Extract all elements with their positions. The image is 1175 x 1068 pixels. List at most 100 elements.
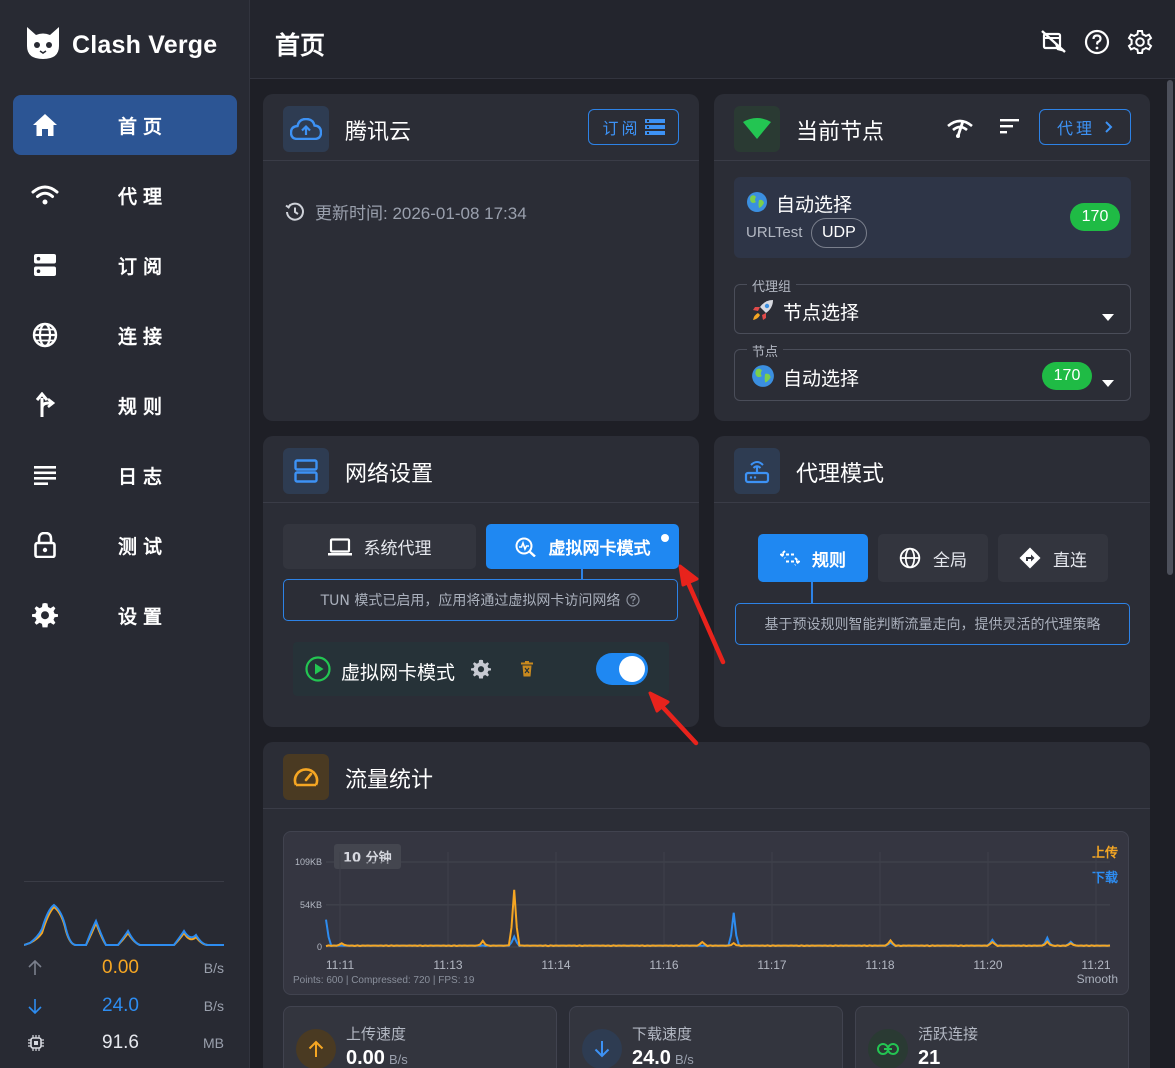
proxy-mode-card: 代理模式 规则 全局 直连 基于预设规则智能判断流量走向，提供灵活的代理策略 xyxy=(714,436,1150,727)
mode-direct-button[interactable]: 直连 xyxy=(998,534,1108,582)
mode-card-title: 代理模式 xyxy=(796,462,885,487)
x-tick-label: 11:18 xyxy=(865,958,894,972)
traffic-card-header: 流量统计 xyxy=(263,742,1150,809)
globe-icon xyxy=(31,322,59,348)
app-name: Clash Verge xyxy=(72,30,218,59)
mode-global-button[interactable]: 全局 xyxy=(878,534,988,582)
profile-card-header: 腾讯云 订阅 xyxy=(263,94,699,161)
sidebar-memory-value: 91.6 xyxy=(102,1032,139,1053)
cat-logo-icon xyxy=(24,24,62,66)
server-icon xyxy=(31,252,59,278)
system-proxy-button[interactable]: 系统代理 xyxy=(283,524,476,569)
sidebar-memory-row: 91.6 MB xyxy=(24,1031,224,1055)
tun-mode-row: 虚拟网卡模式 xyxy=(293,642,669,696)
switch-knob xyxy=(619,656,645,682)
delay-check-icon[interactable] xyxy=(946,116,974,144)
sidebar-upload-row: 0.00 B/s xyxy=(24,956,224,980)
gear-icon xyxy=(31,602,59,628)
sidebar-upload-unit: B/s xyxy=(203,960,224,976)
node-type: URLTest xyxy=(746,224,803,241)
mini-traffic-graph xyxy=(24,903,224,946)
chevron-right-icon xyxy=(1105,121,1113,133)
sidebar-upload-value: 0.00 xyxy=(102,957,139,978)
y-tick-label: 109KB xyxy=(295,857,322,867)
dns-icon xyxy=(283,448,329,494)
sidebar-download-unit: B/s xyxy=(203,998,224,1014)
node-select[interactable]: 节点 自动选择 170 xyxy=(734,341,1131,401)
x-tick-label: 11:16 xyxy=(649,958,678,972)
nav-item-logs[interactable]: 日志 xyxy=(13,445,237,505)
help-outline-icon[interactable] xyxy=(626,593,640,607)
tun-info-box: TUN 模式已启用，应用将通过虚拟网卡访问网络 xyxy=(283,579,678,621)
divider xyxy=(24,881,224,882)
top-bar: 首页 xyxy=(250,0,1175,79)
scrollbar-thumb[interactable] xyxy=(1167,80,1173,575)
tun-settings-gear-icon[interactable] xyxy=(471,659,491,683)
mode-card-header: 代理模式 xyxy=(714,436,1150,503)
globe-emoji-icon xyxy=(751,364,775,392)
node-select-delay: 170 xyxy=(1042,362,1092,390)
wifi-icon xyxy=(31,182,59,208)
dropdown-arrow-icon xyxy=(1102,306,1114,325)
help-icon[interactable] xyxy=(1083,28,1110,55)
y-tick-label: 54KB xyxy=(300,900,322,910)
smooth-label[interactable]: Smooth xyxy=(1077,972,1118,986)
sidebar-download-row: 24.0 B/s xyxy=(24,994,224,1018)
globe-icon xyxy=(899,547,921,569)
subscribe-button[interactable]: 订阅 xyxy=(588,109,679,145)
node-card-header: 当前节点 代理 xyxy=(714,94,1150,161)
go-to-proxy-button[interactable]: 代理 xyxy=(1039,109,1131,145)
globe-emoji-icon xyxy=(746,191,768,217)
router-icon xyxy=(734,448,780,494)
laptop-icon xyxy=(327,537,352,556)
swap-arrows-icon xyxy=(780,550,800,566)
nav-item-settings[interactable]: 设置 xyxy=(13,585,237,645)
speedometer-icon xyxy=(283,754,329,800)
storage-list-icon xyxy=(644,119,665,135)
fork-icon xyxy=(31,392,59,418)
nav-item-home[interactable]: 首页 xyxy=(13,95,237,155)
lock-icon xyxy=(31,532,59,558)
rocket-icon xyxy=(751,298,775,326)
memory-chip-icon xyxy=(28,1035,44,1055)
tun-row-label: 虚拟网卡模式 xyxy=(341,662,456,684)
link-icon xyxy=(868,1029,908,1068)
current-node-box[interactable]: 自动选择 URLTest UDP 170 xyxy=(734,177,1131,258)
x-tick-label: 11:13 xyxy=(433,958,462,972)
signal-icon xyxy=(734,106,780,152)
home-icon xyxy=(31,112,59,138)
series-line-upload xyxy=(325,889,1111,948)
x-tick-label: 11:11 xyxy=(326,958,355,972)
arrow-down-icon xyxy=(582,1029,622,1068)
nav-item-rules[interactable]: 规则 xyxy=(13,375,237,435)
current-node-delay: 170 xyxy=(1070,203,1120,231)
traffic-chart[interactable]: 10 分钟 上传 下载 109KB 54KB 0 11:11 11:13 11:14 11:… xyxy=(283,831,1129,995)
nav-item-test[interactable]: 测试 xyxy=(13,515,237,575)
mode-rule-button[interactable]: 规则 xyxy=(758,534,868,582)
nav-item-subscriptions[interactable]: 订阅 xyxy=(13,235,237,295)
lightweight-mode-icon[interactable] xyxy=(1040,28,1067,55)
node-card-title: 当前节点 xyxy=(796,120,885,145)
sort-icon[interactable] xyxy=(1000,118,1020,138)
tun-mode-button[interactable]: 虚拟网卡模式 xyxy=(486,524,679,569)
play-circle-icon xyxy=(305,656,331,686)
settings-gear-icon[interactable] xyxy=(1126,28,1153,55)
x-tick-label: 11:17 xyxy=(757,958,786,972)
x-tick-label: 11:14 xyxy=(541,958,570,972)
nav-item-connections[interactable]: 连接 xyxy=(13,305,237,365)
mode-description-box: 基于预设规则智能判断流量走向，提供灵活的代理策略 xyxy=(735,603,1130,645)
active-connections-stat: 活跃连接 21 xyxy=(855,1006,1129,1068)
traffic-stats-card: 流量统计 10 分钟 上传 下载 109KB 54KB 0 11:11 11:13 11:… xyxy=(263,742,1150,1068)
traffic-card-title: 流量统计 xyxy=(345,768,434,793)
network-card-title: 网络设置 xyxy=(345,462,434,487)
current-node-name: 自动选择 xyxy=(776,194,853,216)
top-actions xyxy=(1040,28,1153,55)
list-icon xyxy=(31,462,59,488)
direction-sign-icon xyxy=(1019,547,1041,569)
tun-toggle-switch[interactable] xyxy=(596,653,648,685)
main-scrollbar[interactable] xyxy=(1165,80,1175,1068)
proxy-group-select[interactable]: 代理组 节点选择 xyxy=(734,276,1131,334)
nav-item-proxy[interactable]: 代理 xyxy=(13,165,237,225)
delete-icon[interactable] xyxy=(521,661,533,681)
cloud-upload-icon xyxy=(283,106,329,152)
